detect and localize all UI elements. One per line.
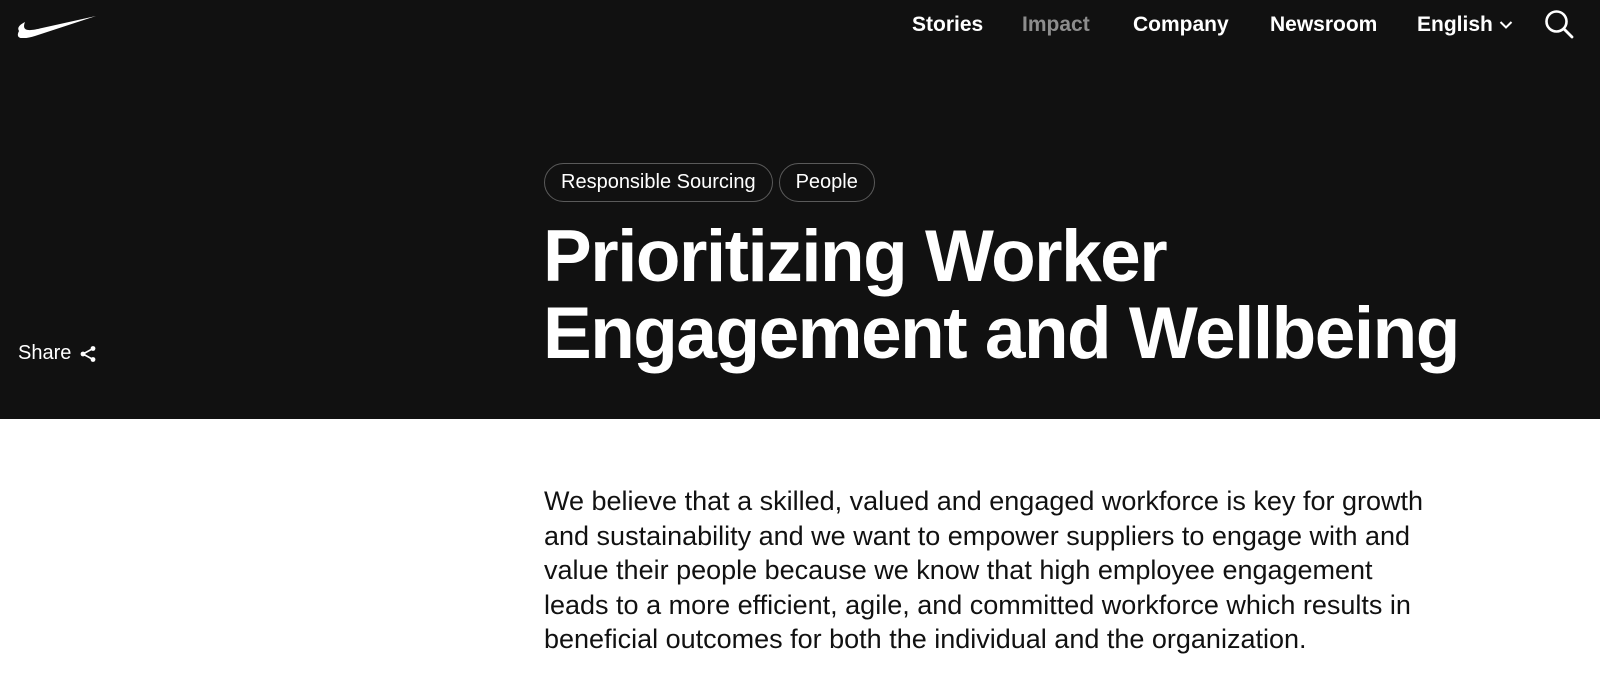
search-icon[interactable] [1543, 8, 1575, 40]
nike-swoosh-icon[interactable] [16, 8, 98, 38]
article-intro: We believe that a skilled, valued and en… [544, 486, 1423, 654]
language-label: English [1417, 13, 1493, 36]
language-selector[interactable]: English [1417, 10, 1513, 40]
chevron-down-icon [1499, 21, 1513, 29]
share-label: Share [18, 342, 72, 364]
tag-responsible-sourcing[interactable]: Responsible Sourcing [544, 163, 773, 202]
hero-banner: Stories Impact Company Newsroom English … [0, 0, 1600, 419]
nav-newsroom[interactable]: Newsroom [1270, 10, 1377, 40]
tag-people[interactable]: People [778, 163, 875, 202]
tag-list: Responsible Sourcing People [544, 163, 875, 202]
share-icon [80, 345, 96, 362]
page-title: Prioritizing Worker Engagement and Wellb… [543, 216, 1460, 374]
nav-company[interactable]: Company [1133, 10, 1229, 40]
nav-stories[interactable]: Stories [912, 10, 983, 40]
share-button[interactable]: Share [18, 342, 97, 365]
nav-impact[interactable]: Impact [1022, 10, 1090, 40]
